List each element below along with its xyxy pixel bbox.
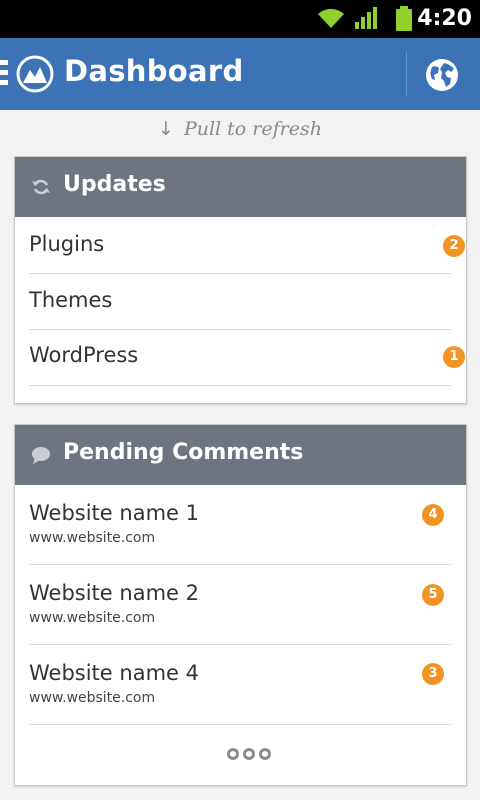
pager-dot — [259, 748, 271, 760]
pull-to-refresh-text: Pull to refresh — [183, 118, 322, 140]
clock: 4:20 — [417, 6, 472, 31]
site-url: www.website.com — [29, 530, 156, 546]
list-item-label: Plugins — [29, 232, 105, 256]
list-item-label: WordPress — [29, 343, 139, 367]
pending-comments-header: Pending Comments — [15, 425, 466, 485]
comment-site-row[interactable]: Website name 4 www.website.com 3 — [29, 645, 452, 725]
pull-to-refresh: ↓ Pull to refresh — [0, 118, 480, 150]
wifi-icon — [318, 8, 344, 28]
site-name: Website name 2 — [29, 581, 199, 605]
comment-bubble-icon — [32, 447, 50, 464]
updates-title: Updates — [63, 172, 166, 197]
page-title: Dashboard — [64, 54, 244, 88]
count-badge: 2 — [443, 235, 465, 257]
list-item-wordpress[interactable]: WordPress 1 — [29, 330, 465, 386]
globe-icon[interactable] — [424, 57, 460, 93]
site-name: Website name 1 — [29, 501, 199, 525]
count-badge: 4 — [422, 504, 444, 526]
pager-dot — [227, 748, 239, 760]
updates-card: Updates Plugins 2 Themes WordPress 1 — [14, 156, 467, 404]
pager-dot — [243, 748, 255, 760]
pending-comments-card: Pending Comments Website name 1 www.webs… — [14, 424, 467, 786]
comment-site-row[interactable]: Website name 2 www.website.com 5 — [29, 565, 452, 645]
down-arrow-icon: ↓ — [158, 118, 174, 140]
count-badge: 3 — [422, 663, 444, 685]
count-badge: 5 — [422, 584, 444, 606]
drawer-indicator[interactable] — [0, 60, 8, 90]
comment-site-row[interactable]: Website name 1 www.website.com 4 — [29, 485, 452, 565]
action-bar: Dashboard — [0, 38, 480, 110]
site-url: www.website.com — [29, 610, 156, 626]
battery-icon — [396, 6, 412, 31]
site-name: Website name 4 — [29, 661, 199, 685]
signal-icon — [355, 7, 377, 29]
app-logo-icon[interactable] — [16, 55, 54, 93]
more-pager[interactable] — [227, 745, 287, 765]
updates-header: Updates — [15, 157, 466, 217]
refresh-icon — [32, 179, 50, 195]
pending-comments-title: Pending Comments — [63, 440, 304, 465]
site-url: www.website.com — [29, 690, 156, 706]
list-item-themes[interactable]: Themes — [29, 274, 452, 330]
action-bar-divider — [406, 52, 407, 96]
list-item-plugins[interactable]: Plugins 2 — [29, 217, 465, 274]
list-item-label: Themes — [29, 288, 113, 312]
count-badge: 1 — [443, 346, 465, 368]
status-bar: 4:20 — [0, 0, 480, 38]
